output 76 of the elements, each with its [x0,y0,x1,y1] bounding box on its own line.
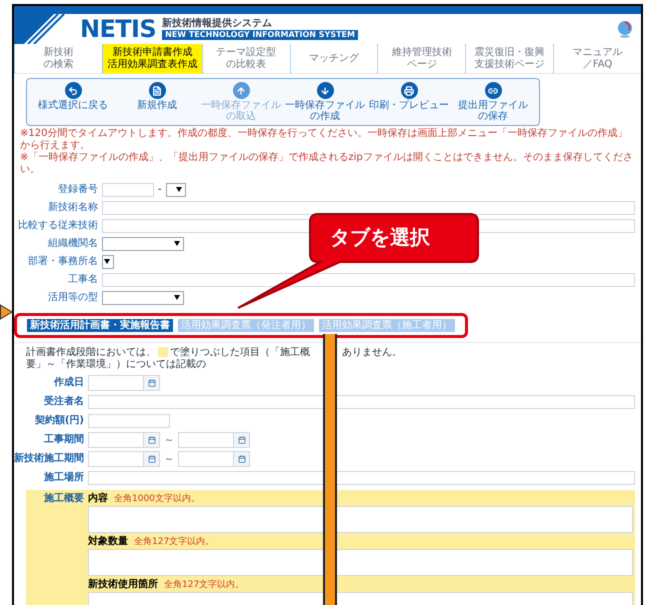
nav-item[interactable]: 維持管理技術 ページ [377,44,466,73]
nav-item[interactable]: 震災復旧・復興 支援技術ページ [465,44,554,73]
date-field[interactable] [178,451,250,467]
tab[interactable]: 新技術活用計画書・実施報告書 [27,319,173,332]
field-label: 施工場所 [43,470,84,485]
calendar-icon [148,379,156,387]
toolbar-button[interactable]: 提出用ファイル の保存 [453,82,533,122]
caret-icon [174,241,180,246]
input-field[interactable] [102,200,635,214]
field-label: 対象数量 [88,535,128,548]
nav-item[interactable]: テーマ設定型 の比較表 [202,44,290,73]
dropdown[interactable] [166,182,186,196]
nav-item[interactable]: マニュアル ／FAQ [553,44,641,73]
field-label: 工事期間 [43,432,84,447]
input-field[interactable] [102,272,635,286]
input-field[interactable] [88,395,635,409]
nav-item[interactable]: マッチング [290,44,378,73]
toolbar-button[interactable]: 一時保存ファイル の作成 [285,82,365,122]
undo-icon [68,86,78,96]
calendar-icon [148,455,156,463]
field-label: 新技術使用箇所 [88,578,158,591]
field-label: 施工概要 [43,492,84,506]
caret-icon [104,259,110,264]
printer-icon [404,86,414,96]
date-field[interactable] [88,451,160,467]
toolbar-button[interactable]: 印刷・プレビュー [369,82,449,122]
input-field[interactable] [102,182,154,196]
field-label: 活用等の型 [47,290,98,305]
document-icon [152,86,162,96]
field-label: 契約額(円) [34,414,84,428]
limit-note: 全角127文字以内。 [164,579,244,592]
field-label: 新技術名称 [47,200,98,215]
caret-icon [174,295,180,300]
date-field[interactable] [88,375,160,391]
calendar-icon [148,436,156,444]
up-arrow-icon [236,86,246,96]
note-text: ※「一時保存ファイルの作成」、「提出用ファイルの保存」で作成されるzipファイルは開くことはできません。そのまま保存してください。 [20,152,634,176]
limit-note: 全角1000文字以内。 [114,493,200,506]
nav-item[interactable]: 新技術申請書作成 活用効果調査表作成 [102,44,202,73]
fill-swatch [158,347,168,358]
instruction-text: ありません。 [342,347,402,359]
field-label: 登録番号 [57,182,98,197]
field-label: 比較する従来技術 [17,218,98,233]
input-field[interactable] [88,414,170,428]
caret-icon [176,187,182,192]
input-field[interactable] [88,471,635,485]
subtitle: 新技術情報提供システム [162,18,274,29]
emblem-icon [617,20,633,38]
tilde-text: ～ [164,434,174,448]
text-area[interactable] [88,506,633,533]
field-label: 新技術施工期間 [14,451,84,466]
toolbar-button[interactable]: 新規作成 [117,82,197,122]
field-label: 作成日 [52,376,84,390]
note-text: ※120分間でタイムアウトします。作成の都度、一時保存を行ってください。一時保存は画面上部メニュー「一時保存ファイルの作成」から行えます。 [20,128,628,152]
field-label: 工事名 [67,272,98,287]
english-title: NEW TECHNOLOGY INFORMATION SYSTEM [162,30,358,40]
field-label: 組織機関名 [47,236,98,251]
instruction-text: 計画書作成段階においては、 で塗りつぶした項目（「施工概要」～「作業環境」）については記載の [26,347,311,371]
toolbar-button[interactable]: 様式選択に戻る [33,82,113,122]
text-area[interactable] [88,549,633,576]
calendar-icon [238,436,246,444]
link-icon [488,86,498,96]
field-label: 部署・事務所名 [27,254,98,269]
field-label: 内容 [88,492,108,505]
limit-note: 全角127文字以内。 [134,536,214,549]
arrowhead-icon [0,304,13,320]
calendar-icon [238,455,246,463]
date-field[interactable] [88,432,160,448]
date-field[interactable] [178,432,250,448]
logo: NETIS [80,17,156,41]
dash-text: - [158,183,162,197]
dropdown[interactable] [102,254,114,268]
callout-text: タブを選択 [330,224,430,250]
field-label: 受注者名 [43,394,84,409]
down-arrow-icon [320,86,330,96]
tilde-text: ～ [164,452,174,466]
